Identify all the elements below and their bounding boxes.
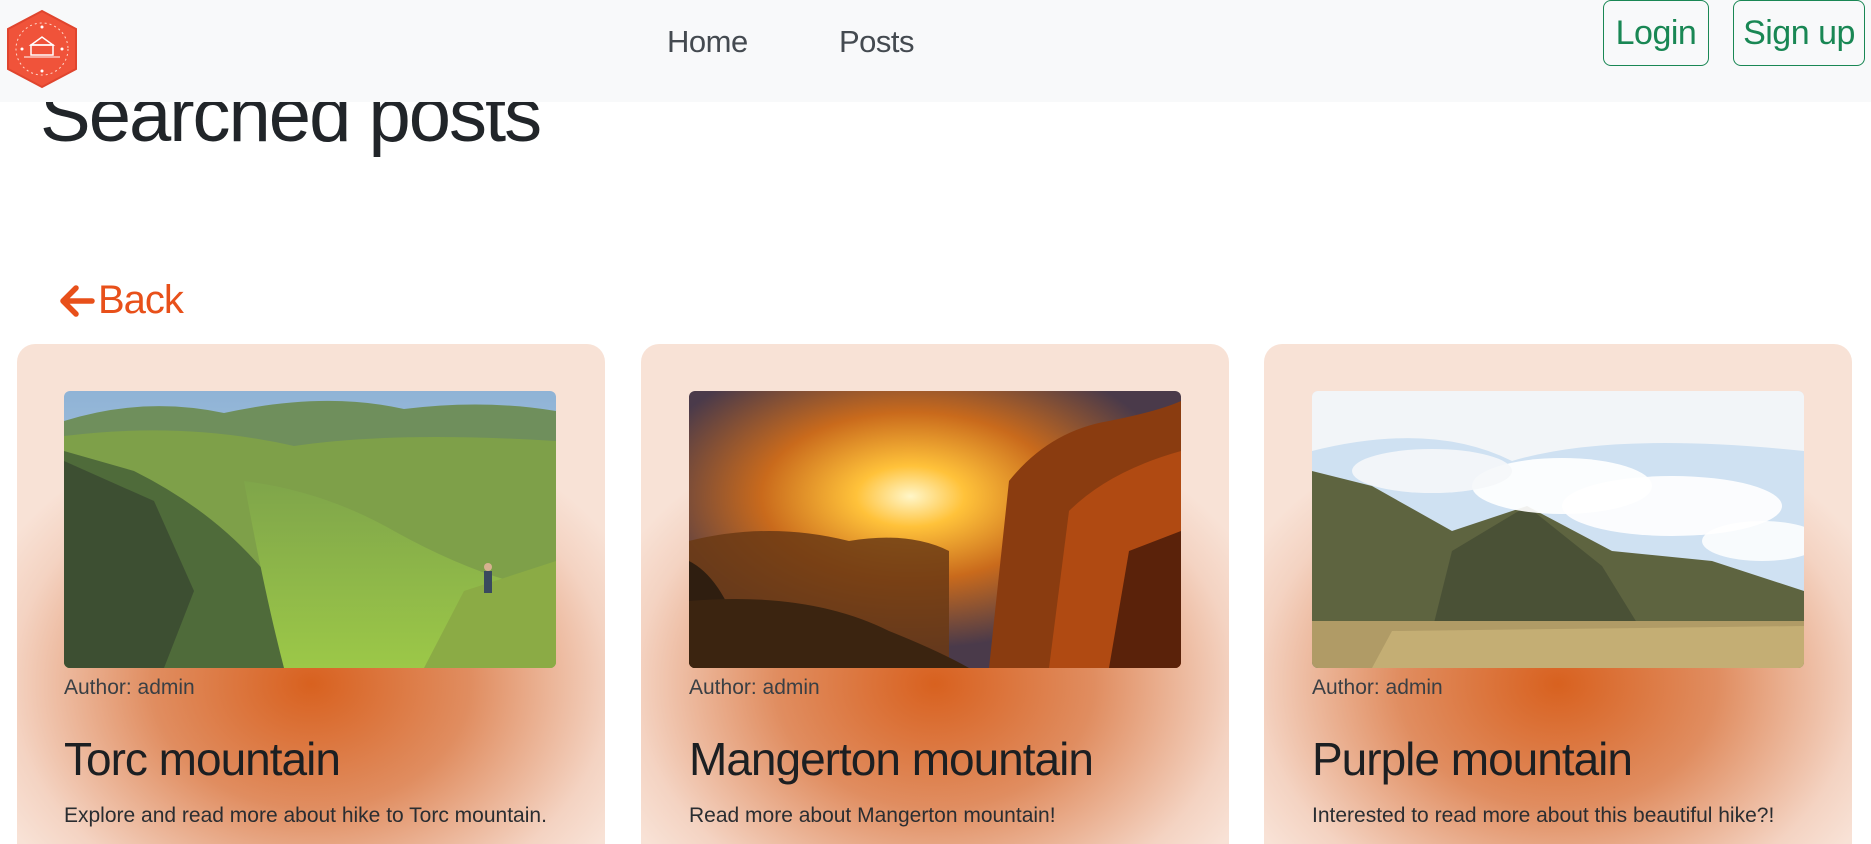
- sunset-forest-photo-icon: [689, 391, 1181, 668]
- post-image-purple[interactable]: [1312, 391, 1804, 668]
- back-link[interactable]: Back: [58, 278, 184, 323]
- top-navbar: Home Posts Login Sign up: [0, 0, 1871, 102]
- post-image-torc[interactable]: [64, 391, 556, 668]
- post-excerpt: Interested to read more about this beaut…: [1312, 804, 1775, 827]
- green-valley-photo-icon: [64, 391, 556, 668]
- post-card[interactable]: Author: admin Purple mountain Interested…: [1264, 344, 1852, 844]
- site-logo-icon[interactable]: [4, 9, 80, 89]
- post-author: Author: admin: [1312, 676, 1443, 699]
- nav-link-posts[interactable]: Posts: [839, 24, 915, 60]
- post-card[interactable]: Author: admin Torc mountain Explore and …: [17, 344, 605, 844]
- post-author: Author: admin: [64, 676, 195, 699]
- back-label: Back: [98, 278, 184, 322]
- nav-link-home[interactable]: Home: [667, 24, 748, 60]
- post-title[interactable]: Mangerton mountain: [689, 732, 1094, 786]
- arrow-left-icon: [60, 284, 95, 317]
- post-excerpt: Read more about Mangerton mountain!: [689, 804, 1056, 827]
- post-author: Author: admin: [689, 676, 820, 699]
- signup-button[interactable]: Sign up: [1733, 0, 1865, 66]
- post-excerpt: Explore and read more about hike to Torc…: [64, 804, 547, 827]
- login-button[interactable]: Login: [1603, 0, 1709, 66]
- cloudy-peak-photo-icon: [1312, 391, 1804, 668]
- post-title[interactable]: Torc mountain: [64, 732, 341, 786]
- post-card[interactable]: Author: admin Mangerton mountain Read mo…: [641, 344, 1229, 844]
- post-image-mangerton[interactable]: [689, 391, 1181, 668]
- post-title[interactable]: Purple mountain: [1312, 732, 1633, 786]
